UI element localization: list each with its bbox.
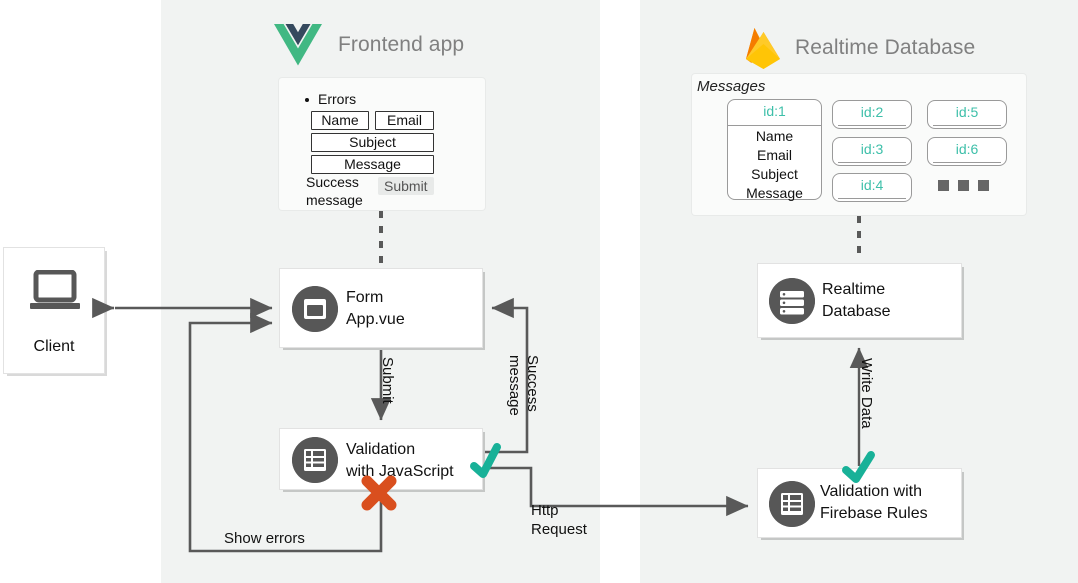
form-app-vue-label: Form App.vue [346, 289, 405, 328]
errors-label: Errors [318, 91, 357, 107]
record-underline [933, 124, 1001, 126]
messages-label: Messages [697, 78, 766, 95]
more-records-icon [978, 180, 989, 191]
record-underline [933, 161, 1001, 163]
edge-label-submit: Submit [379, 357, 396, 404]
more-records-icon [938, 180, 949, 191]
database-icon [769, 278, 815, 324]
record-id-2[interactable]: id:2 [832, 100, 912, 129]
subject-field[interactable]: Subject [311, 133, 434, 152]
more-records-icon [958, 180, 969, 191]
record-underline [838, 161, 906, 163]
validation-javascript-node[interactable]: Validation with JavaScript [279, 428, 483, 490]
firebase-logo-icon [746, 28, 780, 69]
edge-label-show-errors: Show errors [224, 530, 305, 547]
validation-javascript-label: Validation with JavaScript [346, 441, 454, 480]
record-id-label: id:3 [860, 141, 884, 157]
client-node[interactable]: Client [3, 247, 105, 374]
list-icon [292, 437, 338, 483]
name-field[interactable]: Name [311, 111, 369, 130]
database-panel-title: Realtime Database [795, 36, 976, 59]
edge-label-write-data: Write Data [858, 358, 875, 429]
record-id-label: id:5 [955, 104, 979, 120]
record-id-label: id:1 [763, 103, 786, 119]
email-field[interactable]: Email [375, 111, 434, 130]
bullet-icon [305, 98, 309, 102]
record-id-label: id:6 [955, 141, 979, 157]
record-id-4[interactable]: id:4 [832, 173, 912, 202]
frontend-panel-title: Frontend app [338, 33, 465, 56]
record-id-1[interactable]: id:1 Name Email Subject Message [727, 99, 822, 201]
record-id-6[interactable]: id:6 [927, 137, 1007, 166]
submit-button[interactable]: Submit [378, 177, 434, 195]
realtime-database-node[interactable]: Realtime Database [757, 263, 962, 338]
record-underline [838, 124, 906, 126]
record-id-3[interactable]: id:3 [832, 137, 912, 166]
edge-label-http-request: Http Request [531, 502, 587, 538]
client-label: Client [33, 338, 75, 355]
record-id-5[interactable]: id:5 [927, 100, 1007, 129]
record-id-label: id:2 [860, 104, 884, 120]
window-icon [292, 286, 338, 332]
errors-list-item: Errors [305, 91, 357, 107]
record-id-label: id:4 [860, 177, 884, 193]
record-underline [838, 197, 906, 199]
vue-logo-icon [274, 24, 322, 66]
form-app-vue-node[interactable]: Form App.vue [279, 268, 483, 348]
list-icon [769, 481, 815, 527]
message-field[interactable]: Message [311, 155, 434, 174]
validation-firebase-rules-label: Validation with Firebase Rules [820, 483, 928, 522]
diagram-canvas: Frontend app Realtime Database Errors Na… [0, 0, 1078, 583]
laptop-icon [30, 270, 80, 309]
success-message-label: Success message [306, 174, 363, 208]
record-fields-list: Name Email Subject Message [746, 128, 803, 201]
realtime-database-label: Realtime Database [822, 281, 891, 320]
validation-firebase-rules-node[interactable]: Validation with Firebase Rules [757, 468, 962, 538]
edge-label-success-message: Success message [506, 355, 541, 416]
